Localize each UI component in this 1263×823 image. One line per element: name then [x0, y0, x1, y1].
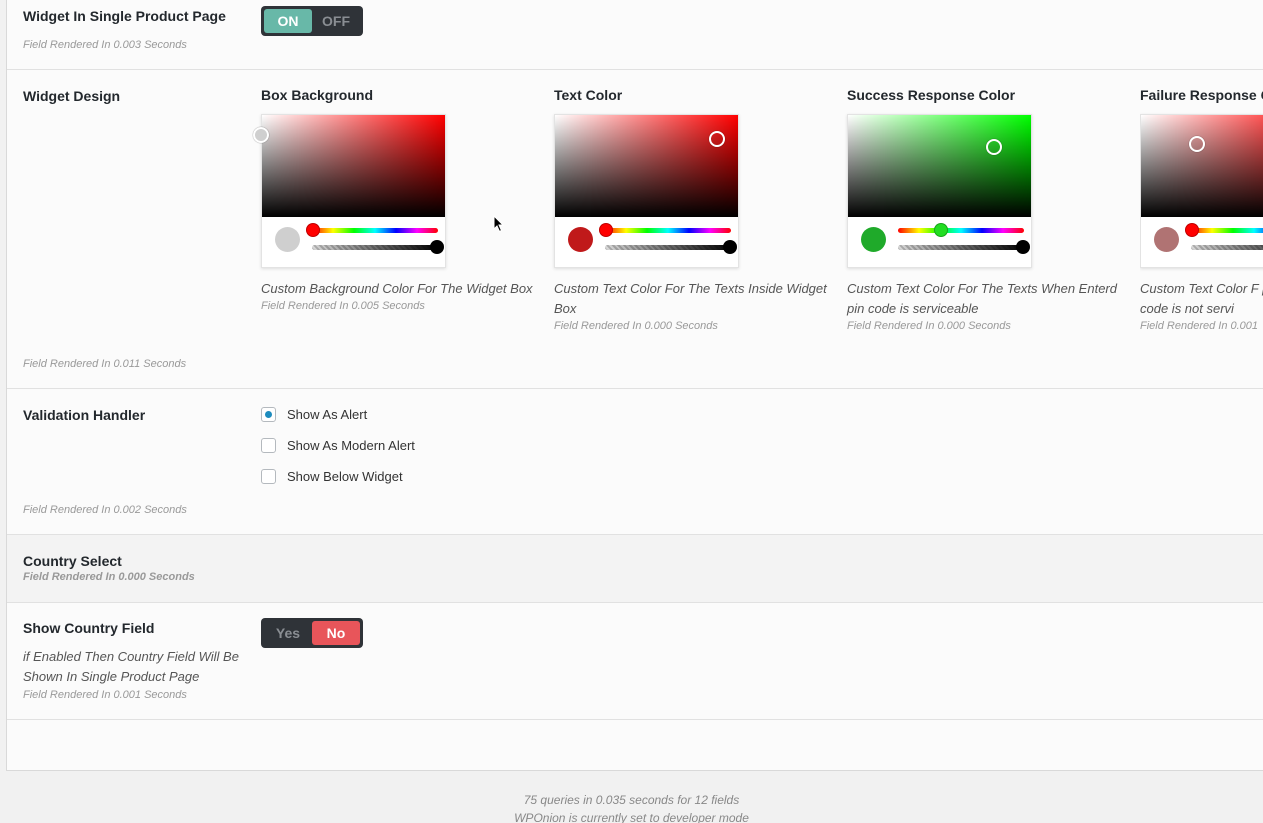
color-render-time: Field Rendered In 0.000 Seconds	[554, 320, 718, 332]
toggle-yes-option[interactable]: Yes	[264, 621, 312, 645]
color-render-time: Field Rendered In 0.000 Seconds	[847, 320, 1011, 332]
saturation-handle[interactable]	[709, 131, 725, 147]
alpha-slider[interactable]	[898, 245, 1024, 250]
alpha-handle[interactable]	[430, 240, 444, 254]
country-select-section	[7, 535, 1263, 602]
validation-render-time: Field Rendered In 0.002 Seconds	[23, 504, 187, 516]
color-render-time: Field Rendered In 0.005 Seconds	[261, 300, 425, 312]
color-swatch	[568, 227, 593, 252]
color-description: Custom Background Color For The Widget B…	[261, 281, 533, 296]
hue-handle[interactable]	[306, 223, 320, 237]
hue-handle[interactable]	[599, 223, 613, 237]
divider	[7, 602, 1263, 603]
radio-unchecked-icon[interactable]	[261, 469, 276, 484]
saturation-area[interactable]	[253, 115, 445, 217]
hue-slider[interactable]	[605, 228, 731, 233]
widget-design-label: Widget Design	[23, 88, 121, 104]
color-picker[interactable]	[1140, 114, 1263, 268]
footer-query-stats: 75 queries in 0.035 seconds for 12 field…	[523, 793, 740, 807]
hue-slider[interactable]	[312, 228, 438, 233]
saturation-area[interactable]	[555, 115, 738, 217]
color-title: Box Background	[261, 87, 374, 103]
footer-developer-mode: WPOnion is currently set to developer mo…	[514, 811, 749, 823]
color-field-failure-response: Failure Response C Custom Text Color F p…	[1140, 0, 1263, 340]
alpha-slider[interactable]	[605, 245, 731, 250]
divider	[7, 69, 1263, 70]
mouse-cursor-icon	[493, 215, 505, 233]
radio-label: Show As Alert	[287, 407, 368, 422]
color-picker[interactable]	[253, 114, 446, 268]
alpha-slider[interactable]	[1191, 245, 1263, 250]
color-title: Failure Response C	[1140, 87, 1263, 103]
color-swatch	[275, 227, 300, 252]
hue-handle[interactable]	[934, 223, 948, 237]
saturation-area[interactable]	[1141, 115, 1263, 217]
single-product-label: Widget In Single Product Page	[23, 8, 226, 24]
color-picker[interactable]	[847, 114, 1032, 268]
settings-panel: Widget In Single Product Page ON OFF Fie…	[6, 0, 1263, 771]
color-swatch	[1154, 227, 1179, 252]
color-title: Success Response Color	[847, 87, 1016, 103]
toggle-off-option[interactable]: OFF	[312, 9, 360, 33]
hue-slider[interactable]	[898, 228, 1024, 233]
color-description: Custom Text Color For The Texts When Ent…	[847, 281, 1117, 316]
divider	[7, 719, 1263, 720]
single-product-toggle[interactable]: ON OFF	[261, 6, 363, 36]
radio-unchecked-icon[interactable]	[261, 438, 276, 453]
divider	[7, 388, 1263, 389]
hue-slider[interactable]	[1191, 228, 1263, 233]
country-select-render-time: Field Rendered In 0.000 Seconds	[23, 571, 195, 583]
country-select-heading: Country Select	[23, 553, 122, 569]
saturation-area[interactable]	[848, 115, 1031, 217]
color-description: Custom Text Color For The Texts Inside W…	[554, 281, 827, 316]
show-country-description: if Enabled Then Country Field Will Be Sh…	[23, 649, 239, 684]
alpha-handle[interactable]	[723, 240, 737, 254]
hue-handle[interactable]	[1185, 223, 1199, 237]
color-render-time: Field Rendered In 0.001	[1140, 320, 1259, 332]
radio-checked-icon[interactable]	[261, 407, 276, 422]
radio-label: Show As Modern Alert	[287, 438, 415, 453]
saturation-handle[interactable]	[253, 127, 269, 143]
widget-design-render-time: Field Rendered In 0.011 Seconds	[23, 358, 187, 370]
saturation-handle[interactable]	[986, 139, 1002, 155]
color-swatch	[861, 227, 886, 252]
show-country-toggle[interactable]: Yes No	[261, 618, 363, 648]
toggle-no-option[interactable]: No	[312, 621, 360, 645]
single-product-render-time: Field Rendered In 0.003 Seconds	[23, 39, 187, 51]
toggle-on-option[interactable]: ON	[264, 9, 312, 33]
alpha-slider[interactable]	[312, 245, 438, 250]
saturation-handle[interactable]	[1189, 136, 1205, 152]
show-country-render-time: Field Rendered In 0.001 Seconds	[23, 689, 187, 701]
show-country-label: Show Country Field	[23, 620, 155, 636]
color-picker[interactable]	[554, 114, 739, 268]
alpha-handle[interactable]	[1016, 240, 1030, 254]
color-description: Custom Text Color F pin code is not serv…	[1140, 281, 1263, 316]
color-title: Text Color	[554, 87, 623, 103]
radio-label: Show Below Widget	[287, 469, 403, 484]
validation-handler-label: Validation Handler	[23, 407, 146, 423]
